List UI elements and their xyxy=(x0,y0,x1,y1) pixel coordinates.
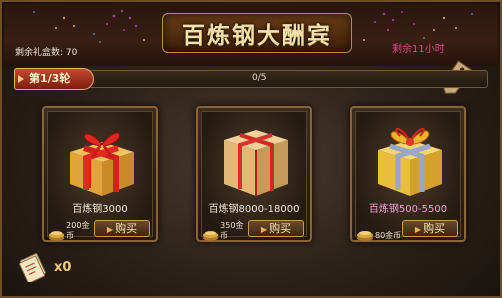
prize-name: 百炼钢8000-18000 xyxy=(208,204,300,215)
remaining-boxes-text: 剩余礼盒数: 70 xyxy=(15,48,78,58)
play-arrow-icon: ▶ xyxy=(260,225,268,234)
coin-stack-icon xyxy=(357,231,373,241)
page-title: 百炼钢大酬宾 xyxy=(182,23,332,49)
ticket-icon xyxy=(19,253,46,282)
coin-stack-icon xyxy=(48,231,65,241)
buy-button-label: 购买 xyxy=(423,222,446,235)
play-arrow-icon: ▶ xyxy=(414,225,422,234)
ticket-count: x0 xyxy=(54,260,72,275)
price-text: 200金币 xyxy=(66,221,90,240)
price: 200金币 xyxy=(48,221,96,241)
buy-button[interactable]: ▶ 购买 xyxy=(248,220,304,237)
gift-box-gold-bow-icon[interactable] xyxy=(370,114,448,200)
buy-button[interactable]: ▶ 购买 xyxy=(94,220,150,237)
gift-card-1: 百炼钢3000 200金币 ▶ 购买 xyxy=(42,106,158,242)
remaining-time-text: 剩余11小时 xyxy=(392,44,445,55)
price-text: 350金币 xyxy=(220,221,244,240)
round-label: 第1/3轮 xyxy=(14,68,94,90)
price: 80金币 xyxy=(356,221,404,241)
buy-button-label: 购买 xyxy=(115,222,138,235)
coin-stack-icon xyxy=(202,231,219,241)
gift-card-3: 百炼钢500-5500 80金币 ▶ 购买 xyxy=(350,106,466,242)
price: 350金币 xyxy=(202,221,250,241)
price-text: 80金币 xyxy=(375,231,402,240)
gift-box-red-ribbon-icon[interactable] xyxy=(62,114,140,200)
prize-name: 百炼钢3000 xyxy=(72,204,128,215)
round-progress-text: 0/5 xyxy=(252,73,267,83)
buy-button[interactable]: ▶ 购买 xyxy=(402,220,458,237)
play-arrow-icon: ▶ xyxy=(106,225,114,234)
buy-button-label: 购买 xyxy=(269,222,292,235)
event-panel: 百炼钢大酬宾 剩余礼盒数: 70 剩余11小时 第1/3轮 0/5 百炼钢300… xyxy=(0,0,502,298)
gift-card-2: 百炼钢8000-18000 350金币 ▶ 购买 xyxy=(196,106,312,242)
gift-box-cross-ribbon-icon[interactable] xyxy=(216,114,294,200)
prize-name: 百炼钢500-5500 xyxy=(368,204,448,215)
